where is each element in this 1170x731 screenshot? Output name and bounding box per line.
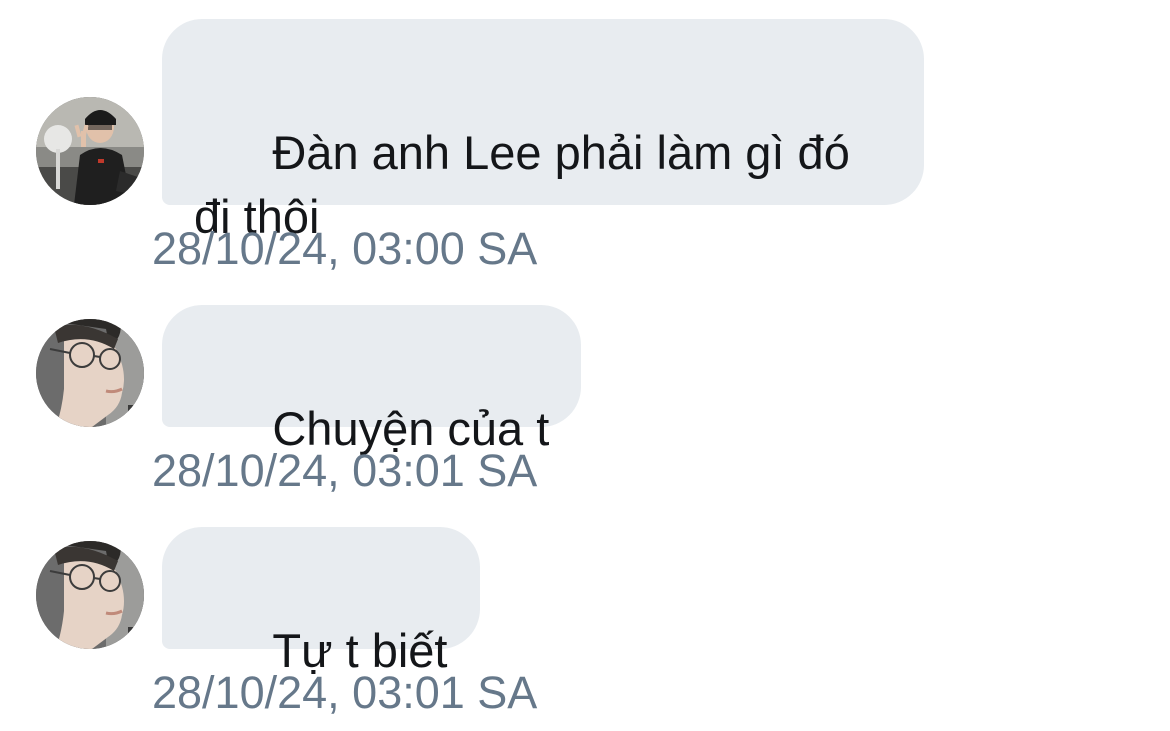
avatar[interactable] xyxy=(36,97,144,205)
message-bubble[interactable]: Chuyện của t xyxy=(162,305,582,455)
message-bubble[interactable]: Đàn anh Lee phải làm gì đó đi thôi xyxy=(162,19,924,243)
avatar[interactable] xyxy=(36,541,144,649)
user-photo-peace-sign-icon xyxy=(36,97,144,205)
message-timestamp: 28/10/24, 03:00 SA xyxy=(152,223,538,274)
user-photo-glasses-profile-icon xyxy=(36,541,144,649)
message-bubble[interactable]: Tự t biết xyxy=(162,527,480,677)
message-thread: Đàn anh Lee phải làm gì đó đi thôi 28/10… xyxy=(0,0,1170,731)
user-photo-glasses-profile-icon xyxy=(36,319,144,427)
message-timestamp: 28/10/24, 03:01 SA xyxy=(152,667,538,718)
message-timestamp: 28/10/24, 03:01 SA xyxy=(152,445,538,496)
avatar[interactable] xyxy=(36,319,144,427)
